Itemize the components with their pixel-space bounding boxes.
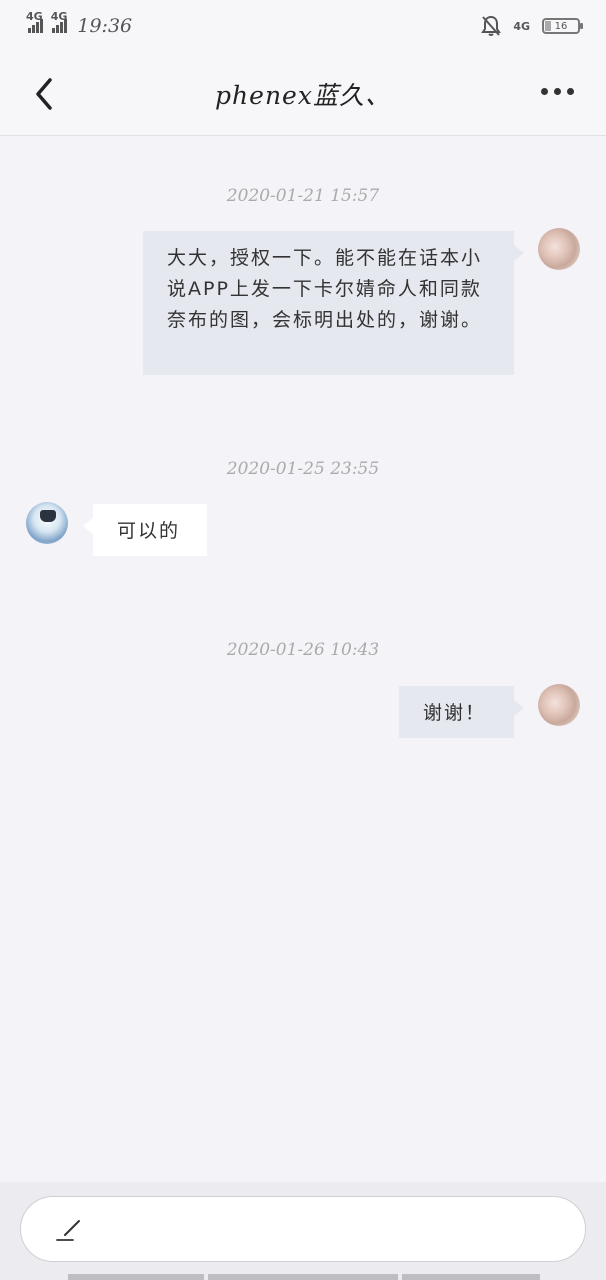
avatar-self[interactable] (538, 684, 580, 726)
message-timestamp: 2020-01-25 23:55 (226, 459, 380, 479)
status-time: 19:36 (77, 15, 133, 37)
battery-icon: 16 (542, 18, 583, 34)
chat-title: phenex蓝久、 (215, 80, 391, 110)
avatar-self[interactable] (538, 228, 580, 270)
chat-header: phenex蓝久、 (0, 52, 606, 136)
signal-label-1: 4G (26, 10, 43, 23)
nav-bar-segment (402, 1274, 540, 1280)
signal-strength-icon: 4G (26, 10, 43, 33)
status-right: 4G 16 (481, 15, 583, 37)
input-area (0, 1182, 606, 1280)
message-bubble-self[interactable]: 谢谢！ (399, 686, 524, 738)
chevron-left-icon[interactable] (30, 76, 60, 112)
signal-label-2: 4G (50, 10, 68, 23)
pencil-icon (56, 1220, 80, 1241)
nav-bar-segment (68, 1274, 204, 1280)
message-input[interactable] (20, 1196, 586, 1262)
network-type: 4G (513, 19, 530, 33)
nav-bar-segment (208, 1274, 398, 1280)
message-timestamp: 2020-01-21 15:57 (226, 186, 380, 206)
avatar-other[interactable] (26, 502, 68, 544)
status-left: 4G 4G 19:36 (26, 10, 133, 37)
message-timestamp: 2020-01-26 10:43 (226, 640, 380, 660)
message-bubble-self[interactable]: 大大，授权一下。能不能在话本小说APP上发一下卡尔婧命人和同款奈布的图，会标明出… (143, 231, 524, 375)
more-dots-icon[interactable] (541, 88, 574, 95)
mute-bell-icon (481, 15, 502, 36)
battery-level: 16 (554, 20, 568, 32)
signal-strength-icon-2: 4G (51, 10, 68, 33)
status-bar: 4G 4G 19:36 4G 16 (0, 0, 606, 52)
battery-fill (545, 21, 551, 31)
message-bubble-other[interactable]: 可以的 (83, 504, 207, 556)
